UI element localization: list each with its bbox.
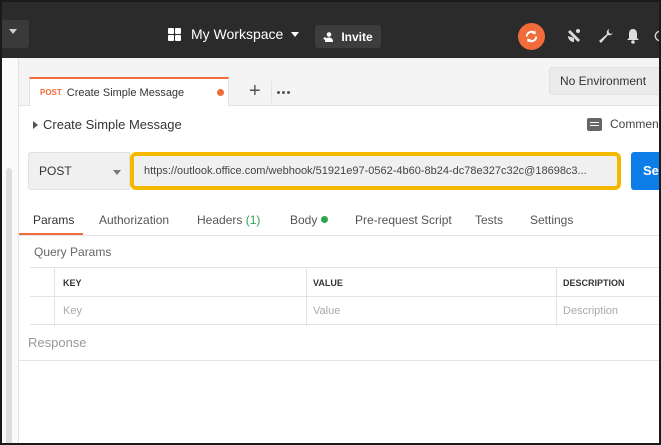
request-tab[interactable]: POST Create Simple Message xyxy=(29,77,229,106)
body-label: Body xyxy=(290,213,318,227)
url-input[interactable]: https://outlook.office.com/webhook/51921… xyxy=(130,152,621,190)
new-tab-plus-icon[interactable]: + xyxy=(249,81,261,101)
sync-button[interactable] xyxy=(518,23,545,50)
description-input[interactable]: Description xyxy=(563,305,618,317)
tab-body[interactable]: Body xyxy=(290,213,329,227)
tab-settings[interactable]: Settings xyxy=(530,213,573,227)
tab-authorization[interactable]: Authorization xyxy=(99,213,169,227)
column-header-description: DESCRIPTION xyxy=(563,278,625,288)
invite-button[interactable]: Invite xyxy=(315,25,381,48)
response-label: Response xyxy=(28,335,87,350)
caret-right-icon[interactable] xyxy=(33,121,38,129)
bell-icon[interactable] xyxy=(623,26,643,46)
invite-label: Invite xyxy=(341,29,373,44)
query-params-table: KEY VALUE DESCRIPTION Key Value Descript… xyxy=(30,267,659,326)
request-subtabs: Params Authorization Headers (1) Body Pr… xyxy=(19,205,659,236)
more-tabs-icon[interactable] xyxy=(271,81,295,103)
environment-select[interactable]: No Environment xyxy=(549,67,659,95)
tab-params[interactable]: Params xyxy=(33,213,74,227)
workspace-switcher[interactable]: My Workspace xyxy=(168,26,300,42)
tab-prerequest-script[interactable]: Pre-request Script xyxy=(355,213,452,227)
satellite-icon[interactable] xyxy=(564,26,584,46)
send-button[interactable]: Se xyxy=(631,152,659,190)
chevron-down-icon xyxy=(113,170,121,175)
sidebar-scrollbar[interactable] xyxy=(6,168,12,443)
tab-title: Create Simple Message xyxy=(66,86,185,99)
request-tab-strip: POST Create Simple Message + No Environm… xyxy=(19,58,659,106)
sidebar-edge xyxy=(2,58,19,443)
column-header-key: KEY xyxy=(63,278,82,288)
request-title-row: Create Simple Message Commen xyxy=(19,106,659,144)
workspace-label: My Workspace xyxy=(191,26,284,42)
chevron-down-icon xyxy=(9,29,17,34)
body-indicator-icon xyxy=(321,216,329,223)
headers-count: (1) xyxy=(245,213,261,227)
active-tab-underline xyxy=(19,233,83,235)
sidebar-dropdown[interactable] xyxy=(2,20,29,48)
grid-icon xyxy=(168,27,181,41)
tab-method-badge: POST xyxy=(40,88,62,97)
key-input[interactable]: Key xyxy=(63,305,82,317)
user-avatar-icon[interactable] xyxy=(654,26,659,46)
request-title[interactable]: Create Simple Message xyxy=(43,117,182,132)
sync-icon xyxy=(525,30,538,43)
query-params-title: Query Params xyxy=(34,245,112,259)
response-pane: Response xyxy=(19,325,659,361)
value-input[interactable]: Value xyxy=(313,305,340,317)
tab-headers[interactable]: Headers (1) xyxy=(197,213,260,227)
comment-icon xyxy=(587,117,602,131)
method-value: POST xyxy=(39,164,72,178)
headers-label: Headers xyxy=(197,213,243,227)
http-method-select[interactable]: POST xyxy=(28,152,130,190)
app-window: My Workspace Invite POST Create Simple M… xyxy=(0,0,661,445)
unsaved-dot-icon xyxy=(217,89,224,96)
chevron-down-icon xyxy=(291,31,300,37)
add-user-icon xyxy=(323,31,334,42)
comments-button[interactable]: Commen xyxy=(587,117,659,131)
wrench-icon[interactable] xyxy=(596,26,616,46)
tab-tests[interactable]: Tests xyxy=(475,213,503,227)
comments-label: Commen xyxy=(610,117,659,131)
top-bar: My Workspace Invite xyxy=(2,2,659,58)
column-header-value: VALUE xyxy=(313,278,343,288)
